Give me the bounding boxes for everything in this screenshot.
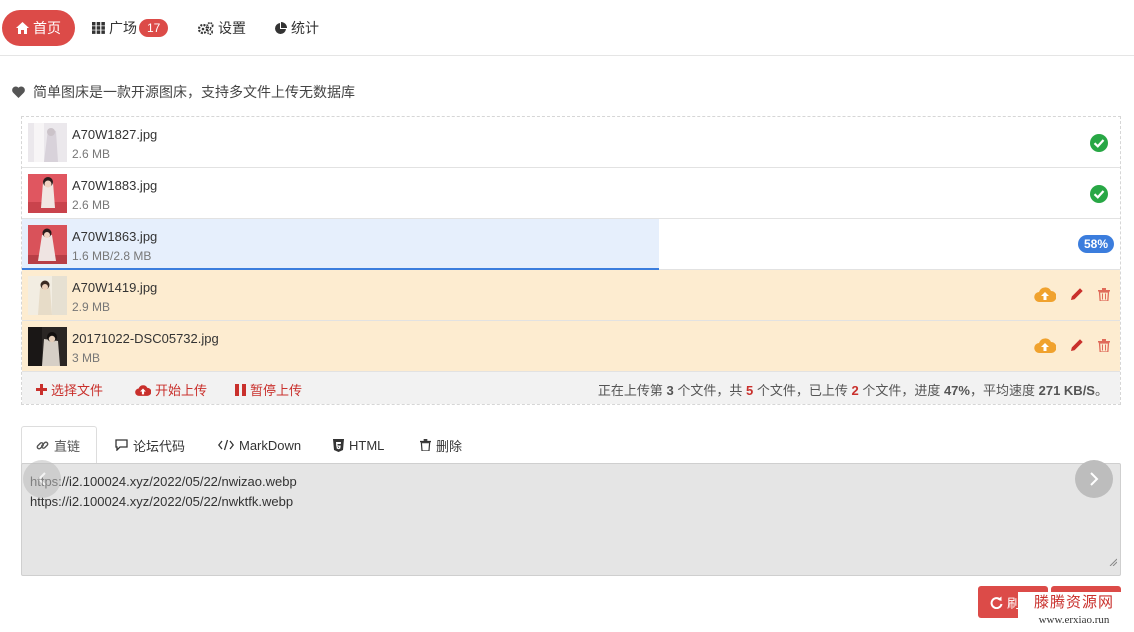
file-row: A70W1827.jpg 2.6 MB xyxy=(22,117,1120,168)
heart-icon xyxy=(12,86,25,98)
nav-square-badge: 17 xyxy=(139,19,169,37)
code-icon xyxy=(218,439,234,451)
comment-icon xyxy=(115,439,128,451)
file-name: A70W1419.jpg xyxy=(72,280,158,295)
file-row: A70W1419.jpg 2.9 MB xyxy=(22,270,1120,321)
file-thumbnail[interactable] xyxy=(28,123,67,162)
tab-direct-link[interactable]: 直链 xyxy=(21,426,97,464)
file-size: 2.6 MB xyxy=(72,147,111,161)
next-arrow-button[interactable] xyxy=(1075,460,1113,498)
watermark: 滕腾资源网 www.erxiao.run xyxy=(1018,592,1130,628)
start-upload-button[interactable]: 开始上传 xyxy=(135,380,207,399)
tab-html[interactable]: HTML xyxy=(319,426,398,464)
gears-icon xyxy=(198,21,214,35)
file-size: 2.6 MB xyxy=(72,198,111,212)
prev-arrow-button[interactable] xyxy=(23,460,61,498)
success-check-icon xyxy=(1090,185,1108,206)
file-thumbnail[interactable] xyxy=(28,174,67,213)
file-row: 20171022-DSC05732.jpg 3 MB xyxy=(22,321,1120,372)
intro-text: 简单图床是一款开源图床，支持多文件上传无数据库 xyxy=(12,82,355,102)
resize-handle-icon[interactable] xyxy=(1109,552,1118,572)
link-line: https://i2.100024.xyz/2022/05/22/nwizao.… xyxy=(30,474,297,489)
file-thumbnail[interactable] xyxy=(28,225,67,264)
file-name: A70W1883.jpg xyxy=(72,178,158,193)
upload-cloud-icon[interactable] xyxy=(1034,286,1056,302)
nav-home-label: 首页 xyxy=(33,20,61,36)
refresh-icon xyxy=(990,596,1003,609)
file-actions xyxy=(1020,286,1110,302)
tab-delete[interactable]: 删除 xyxy=(406,426,476,464)
plus-icon xyxy=(36,384,47,395)
file-thumbnail[interactable] xyxy=(28,327,67,366)
chevron-right-icon xyxy=(1090,472,1099,486)
trash-icon xyxy=(420,439,431,451)
nav-square[interactable]: 广场 17 xyxy=(78,10,182,46)
file-name: A70W1863.jpg xyxy=(72,229,158,244)
file-name: A70W1827.jpg xyxy=(72,127,158,142)
file-name: 20171022-DSC05732.jpg xyxy=(72,331,219,346)
nav-settings-label: 设置 xyxy=(218,20,246,36)
html5-icon xyxy=(333,438,344,452)
edit-pencil-icon[interactable] xyxy=(1070,287,1084,301)
pause-upload-button[interactable]: 暂停上传 xyxy=(235,380,302,399)
success-check-icon xyxy=(1090,134,1108,155)
upload-cloud-icon[interactable] xyxy=(1034,337,1056,353)
upload-toolbar: 选择文件 开始上传 暂停上传 正在上传第 3 个文件，共 5 个文件，已上传 2… xyxy=(22,372,1120,404)
grid-icon xyxy=(92,22,105,34)
upload-file-list: A70W1827.jpg 2.6 MB A70W1883.jpg 2.6 MB … xyxy=(21,116,1121,405)
intro-label: 简单图床是一款开源图床，支持多文件上传无数据库 xyxy=(33,84,355,100)
watermark-title: 滕腾资源网 xyxy=(1033,594,1114,611)
link-icon xyxy=(36,440,49,450)
link-format-tabs: 直链 论坛代码 MarkDown HTML 删除 xyxy=(21,426,1121,464)
trash-icon[interactable] xyxy=(1098,287,1110,301)
tab-forum-code[interactable]: 论坛代码 xyxy=(101,426,199,464)
trash-icon[interactable] xyxy=(1098,338,1110,352)
home-icon xyxy=(16,22,29,34)
file-actions xyxy=(1020,337,1110,353)
file-size: 3 MB xyxy=(72,351,101,365)
edit-pencil-icon[interactable] xyxy=(1070,338,1084,352)
file-row: A70W1883.jpg 2.6 MB xyxy=(22,168,1120,219)
pause-icon xyxy=(235,383,246,396)
file-row: A70W1863.jpg 1.6 MB/2.8 MB 58% xyxy=(22,219,1120,270)
links-textarea[interactable]: https://i2.100024.xyz/2022/05/22/nwizao.… xyxy=(21,463,1121,576)
link-line: https://i2.100024.xyz/2022/05/22/nwktfk.… xyxy=(30,494,294,509)
nav-home[interactable]: 首页 xyxy=(2,10,75,46)
nav-square-label: 广场 xyxy=(109,20,137,36)
chevron-left-icon xyxy=(37,472,46,486)
file-thumbnail[interactable] xyxy=(28,276,67,315)
pie-chart-icon xyxy=(275,21,287,34)
nav-stats-label: 统计 xyxy=(291,20,319,36)
tab-markdown[interactable]: MarkDown xyxy=(204,426,315,464)
nav-settings[interactable]: 设置 xyxy=(184,10,260,46)
top-nav: 首页 广场 17 设置 统计 xyxy=(0,0,1134,56)
file-size: 1.6 MB/2.8 MB xyxy=(72,249,152,263)
watermark-url: www.erxiao.run xyxy=(1038,614,1110,626)
progress-percent-badge: 58% xyxy=(1077,235,1114,253)
select-files-button[interactable]: 选择文件 xyxy=(36,380,103,399)
upload-status-text: 正在上传第 3 个文件，共 5 个文件，已上传 2 个文件，进度 47%，平均速… xyxy=(597,383,1108,398)
upload-cloud-icon xyxy=(135,384,151,396)
nav-stats[interactable]: 统计 xyxy=(260,10,333,46)
file-size: 2.9 MB xyxy=(72,300,111,314)
